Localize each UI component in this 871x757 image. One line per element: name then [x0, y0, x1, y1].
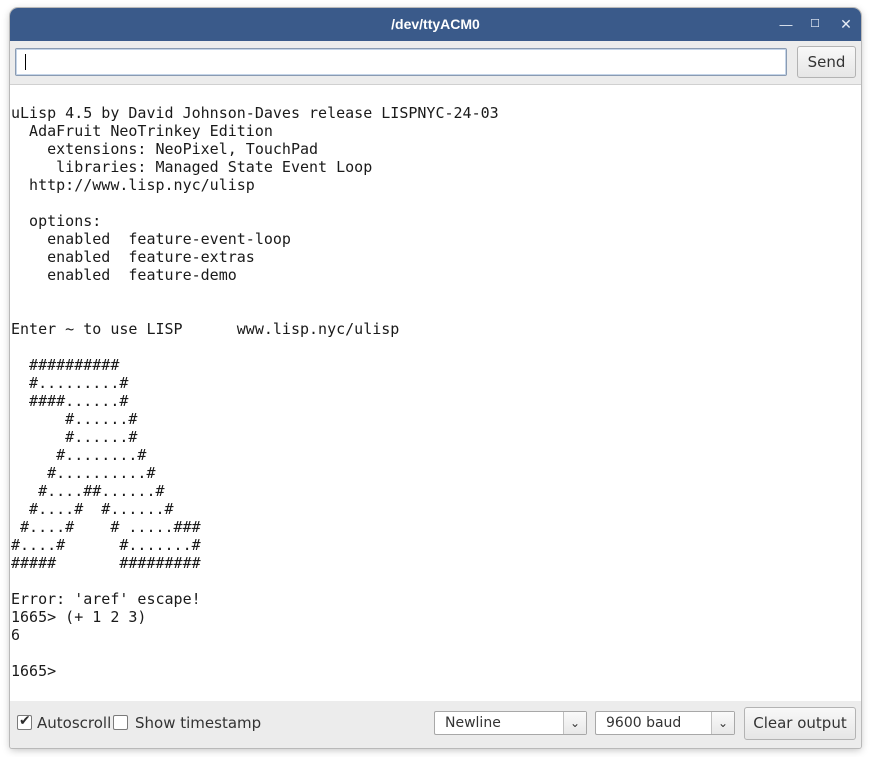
checkmark-icon: ✔ [19, 713, 31, 729]
show-timestamp-checkbox[interactable] [113, 715, 128, 730]
text-caret [25, 54, 26, 70]
window-title: /dev/ttyACM0 [391, 16, 480, 32]
maximize-icon[interactable]: ☐ [801, 8, 829, 41]
autoscroll-label[interactable]: Autoscroll [37, 714, 111, 732]
show-timestamp-label[interactable]: Show timestamp [135, 714, 261, 732]
input-bar: Send [10, 41, 861, 84]
status-bar: ✔ Autoscroll Show timestamp Newline ⌄ 96… [10, 701, 861, 748]
title-bar[interactable]: /dev/ttyACM0 — ☐ ✕ [10, 8, 861, 41]
autoscroll-checkbox[interactable]: ✔ [17, 713, 32, 730]
baud-rate-select[interactable]: 9600 baud ⌄ [595, 711, 735, 735]
baud-rate-value: 9600 baud [606, 715, 682, 731]
minimize-icon[interactable]: — [772, 8, 800, 41]
send-button[interactable]: Send [797, 46, 856, 78]
output-text: uLisp 4.5 by David Johnson-Daves release… [11, 104, 499, 680]
serial-output[interactable]: uLisp 4.5 by David Johnson-Daves release… [10, 84, 861, 702]
serial-monitor-window: /dev/ttyACM0 — ☐ ✕ Send uLisp 4.5 by Dav… [10, 8, 861, 748]
close-icon[interactable]: ✕ [832, 8, 860, 41]
serial-input[interactable] [15, 48, 787, 76]
line-ending-value: Newline [445, 715, 501, 731]
chevron-down-icon[interactable]: ⌄ [711, 712, 734, 734]
line-ending-select[interactable]: Newline ⌄ [434, 711, 587, 735]
chevron-down-icon[interactable]: ⌄ [563, 712, 586, 734]
clear-output-button[interactable]: Clear output [744, 707, 856, 740]
